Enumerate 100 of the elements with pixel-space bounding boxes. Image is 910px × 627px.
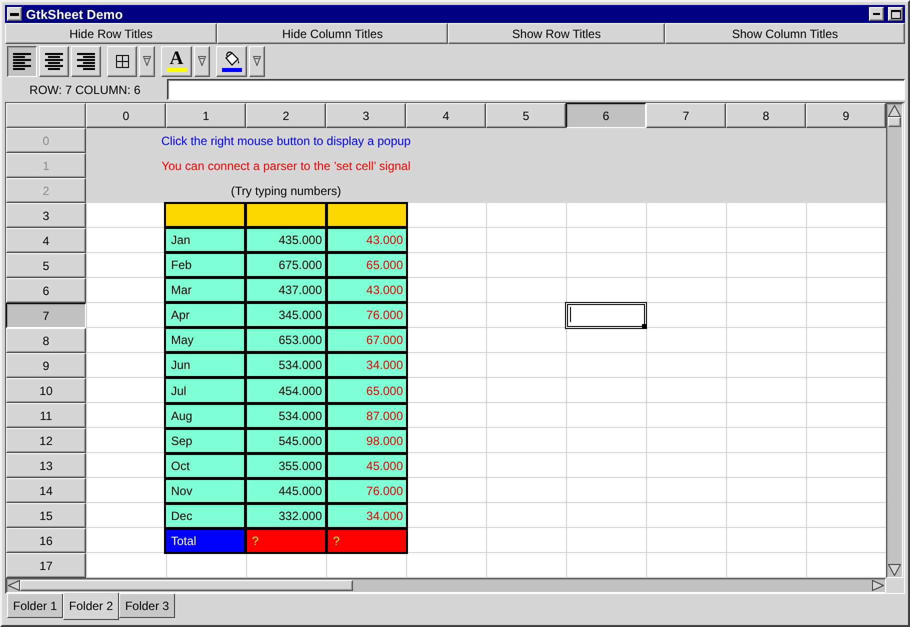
table-cell: Feb [166, 254, 244, 276]
row-header[interactable]: 10 [6, 378, 86, 403]
caret-icon [143, 56, 151, 66]
cell-entry-field[interactable] [167, 79, 905, 100]
table-cell: 534.000 [247, 404, 325, 427]
table-cell: Jun [166, 354, 244, 376]
row-header[interactable]: 15 [6, 503, 86, 528]
folder-tab[interactable]: Folder 1 [7, 594, 64, 618]
folder-tab[interactable]: Folder 3 [119, 594, 176, 618]
column-header[interactable]: 1 [166, 103, 246, 128]
table-cell: May [166, 329, 244, 352]
table-cell: 43.000 [328, 279, 406, 302]
command-button[interactable]: Show Column Titles [665, 23, 905, 44]
column-header[interactable]: 3 [326, 103, 406, 128]
scroll-left-button[interactable] [8, 580, 20, 591]
column-header[interactable]: 0 [86, 103, 166, 128]
column-header[interactable]: 7 [646, 103, 726, 128]
table-cell: 65.000 [328, 254, 406, 276]
row-header[interactable]: 12 [6, 428, 86, 453]
table-cell: Dec [166, 504, 244, 527]
fill-color-button[interactable] [216, 46, 247, 76]
align-center-icon [45, 52, 63, 70]
table-cell: 67.000 [328, 329, 406, 352]
maximize-button[interactable] [888, 7, 903, 21]
cell-editor[interactable] [565, 302, 647, 329]
right-arrow-icon [872, 580, 884, 591]
table-cell: Total [166, 530, 244, 552]
minimize-icon [873, 13, 880, 15]
table-cell: 545.000 [247, 430, 325, 452]
column-header[interactable]: 2 [246, 103, 326, 128]
table-cell: ? [247, 530, 325, 552]
corner-button[interactable] [6, 103, 86, 128]
table-cell: 45.000 [328, 454, 406, 477]
text-color-button[interactable]: A [161, 46, 192, 76]
table-cell: 43.000 [328, 229, 406, 252]
row-header[interactable]: 3 [6, 203, 86, 228]
column-header[interactable]: 4 [406, 103, 486, 128]
dropdown-button[interactable] [194, 46, 210, 76]
table-cell: 437.000 [247, 279, 325, 302]
row-header[interactable]: 14 [6, 478, 86, 503]
row-header[interactable]: 7 [6, 303, 86, 328]
table-cell: Jan [166, 229, 244, 252]
scroll-right-button[interactable] [872, 580, 884, 591]
row-header[interactable]: 4 [6, 228, 86, 253]
note-text: You can connect a parser to the ’set cell’ signal [161, 158, 411, 172]
table-cell: 534.000 [247, 354, 325, 376]
column-header[interactable]: 6 [566, 103, 646, 128]
table-cell: 653.000 [247, 329, 325, 352]
align-button[interactable] [7, 46, 37, 76]
table-cell: 76.000 [328, 480, 406, 502]
table-cell: Apr [166, 304, 244, 326]
table-cell: 675.000 [247, 254, 325, 276]
minimize-button[interactable] [869, 7, 884, 21]
borders-button[interactable] [107, 46, 137, 76]
table-cell: 87.000 [328, 404, 406, 427]
column-header[interactable]: 8 [726, 103, 806, 128]
caret-icon [198, 56, 206, 66]
command-button[interactable]: Show Row Titles [448, 23, 665, 44]
align-left-icon [13, 52, 31, 70]
table-cell: Mar [166, 279, 244, 302]
row-header[interactable]: 17 [6, 553, 86, 578]
table-cell: 34.000 [328, 354, 406, 376]
dropdown-button[interactable] [249, 46, 265, 76]
left-arrow-icon [8, 580, 20, 591]
scrollbar-thumb[interactable] [888, 117, 901, 127]
table-cell: 435.000 [247, 229, 325, 252]
row-header[interactable]: 16 [6, 528, 86, 553]
paint-bucket-icon [222, 50, 240, 66]
folder-tab[interactable]: Folder 2 [63, 593, 120, 620]
text-cursor-icon [570, 307, 571, 322]
row-header[interactable]: 11 [6, 403, 86, 428]
dropdown-button[interactable] [139, 46, 155, 76]
command-button[interactable]: Hide Row Titles [5, 23, 217, 44]
table-cell: 355.000 [247, 454, 325, 477]
handle-icon [642, 324, 647, 329]
column-header[interactable]: 5 [486, 103, 566, 128]
window-menu-button[interactable] [7, 7, 22, 21]
table-cell: Sep [166, 430, 244, 452]
dash-icon [10, 12, 19, 16]
table-cell: 445.000 [247, 480, 325, 502]
row-header[interactable]: 8 [6, 328, 86, 353]
row-header[interactable]: 13 [6, 453, 86, 478]
row-header[interactable]: 6 [6, 278, 86, 303]
scroll-down-button[interactable] [888, 564, 901, 576]
table-cell: ? [328, 530, 406, 552]
cell-position-label: ROW: 7 COLUMN: 6 [29, 83, 141, 97]
table-cell: Jul [166, 379, 244, 402]
scroll-up-button[interactable] [888, 105, 901, 117]
table-cell: Aug [166, 404, 244, 427]
row-header[interactable]: 5 [6, 253, 86, 278]
command-button[interactable]: Hide Column Titles [217, 23, 448, 44]
caret-icon [253, 56, 261, 66]
table-cell: 76.000 [328, 304, 406, 326]
column-header[interactable]: 9 [806, 103, 886, 128]
window-title: GtkSheet Demo [26, 6, 123, 22]
row-header[interactable]: 9 [6, 353, 86, 378]
table-cell: Oct [166, 454, 244, 477]
table-cell: 34.000 [328, 504, 406, 527]
up-arrow-icon [888, 105, 901, 117]
table-cell: 332.000 [247, 504, 325, 527]
